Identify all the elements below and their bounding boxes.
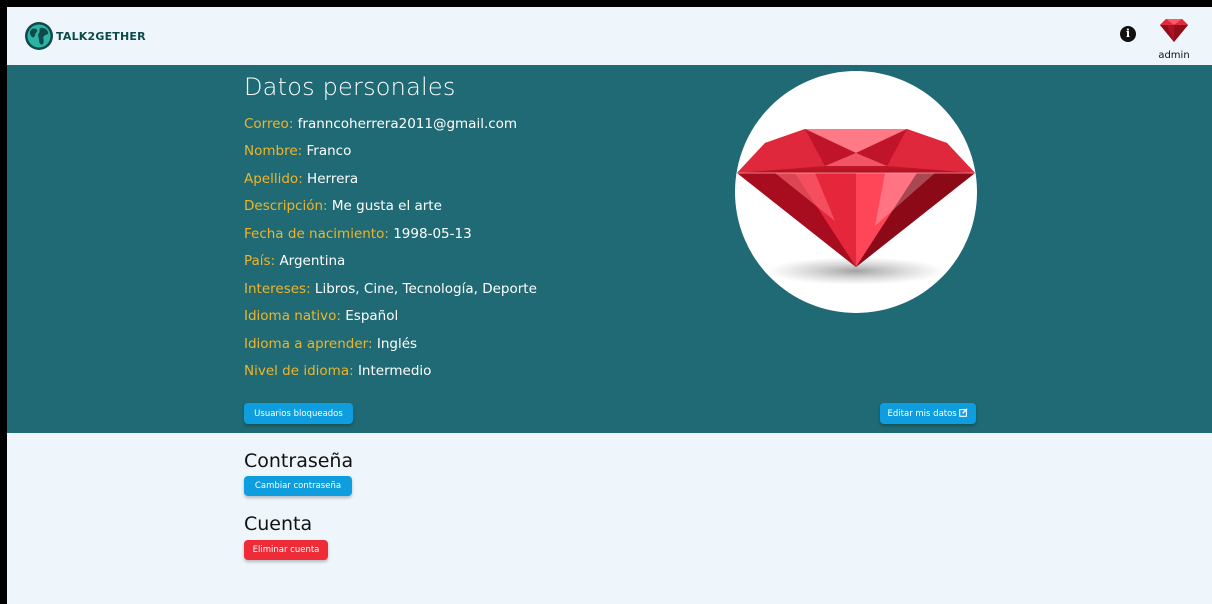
- field-last-name-label: Apellido:: [244, 171, 303, 187]
- field-first-name: Nombre: Franco: [244, 143, 351, 159]
- brand-name: TALK2GETHER: [56, 29, 146, 43]
- brand-logo-link[interactable]: TALK2GETHER: [24, 19, 146, 53]
- field-country: País: Argentina: [244, 253, 345, 269]
- personal-data-title: Datos personales: [244, 73, 456, 101]
- user-name: admin: [1158, 50, 1190, 61]
- info-circle-icon[interactable]: i: [1120, 26, 1136, 42]
- field-last-name-value: Herrera: [307, 171, 359, 187]
- field-description-value: Me gusta el arte: [331, 198, 442, 214]
- field-first-name-label: Nombre:: [244, 143, 303, 159]
- globe-logo-icon: [25, 22, 53, 50]
- field-email-label: Correo:: [244, 116, 294, 132]
- field-last-name: Apellido: Herrera: [244, 171, 358, 187]
- field-interests-value: Libros, Cine, Tecnología, Deporte: [314, 281, 537, 297]
- user-menu[interactable]: admin: [1152, 13, 1196, 63]
- profile-photo: [735, 71, 977, 313]
- personal-data-section: Datos personales Correo: franncoherrera2…: [7, 65, 1212, 433]
- delete-account-button[interactable]: Eliminar cuenta: [244, 540, 328, 560]
- edit-data-button-label: Editar mis datos: [887, 409, 957, 419]
- field-birth-date-value: 1998-05-13: [393, 226, 472, 242]
- field-birth-date-label: Fecha de nacimiento:: [244, 226, 389, 242]
- field-interests-label: Intereses:: [244, 281, 311, 297]
- password-section-title: Contraseña: [244, 450, 354, 472]
- field-native-language: Idioma nativo: Español: [244, 308, 398, 324]
- field-country-value: Argentina: [279, 253, 346, 269]
- field-language-level-value: Intermedio: [357, 363, 432, 379]
- edit-data-button[interactable]: Editar mis datos: [880, 403, 976, 424]
- field-interests: Intereses: Libros, Cine, Tecnología, Dep…: [244, 281, 537, 297]
- field-native-language-label: Idioma nativo:: [244, 308, 341, 324]
- field-email: Correo: franncoherrera2011@gmail.com: [244, 116, 517, 132]
- field-country-label: País:: [244, 253, 276, 269]
- page: TALK2GETHER i admin Datos personales Cor…: [7, 7, 1212, 604]
- user-avatar-ruby-icon: [1160, 19, 1188, 42]
- field-email-value: franncoherrera2011@gmail.com: [297, 116, 518, 132]
- field-description: Descripción: Me gusta el arte: [244, 198, 442, 214]
- field-language-level-label: Nivel de idioma:: [244, 363, 354, 379]
- account-section-title: Cuenta: [244, 513, 313, 535]
- change-password-button[interactable]: Cambiar contraseña: [244, 476, 352, 496]
- field-target-language: Idioma a aprender: Inglés: [244, 336, 417, 352]
- top-navbar: TALK2GETHER i admin: [7, 7, 1212, 65]
- field-target-language-label: Idioma a aprender:: [244, 336, 373, 352]
- field-target-language-value: Inglés: [376, 336, 418, 352]
- field-native-language-value: Español: [345, 308, 399, 324]
- field-birth-date: Fecha de nacimiento: 1998-05-13: [244, 226, 472, 242]
- field-description-label: Descripción:: [244, 198, 328, 214]
- edit-square-icon: [959, 408, 969, 417]
- ruby-gem-image: [737, 129, 975, 285]
- field-first-name-value: Franco: [306, 143, 352, 159]
- field-language-level: Nivel de idioma: Intermedio: [244, 363, 431, 379]
- blocked-users-button[interactable]: Usuarios bloqueados: [244, 403, 353, 424]
